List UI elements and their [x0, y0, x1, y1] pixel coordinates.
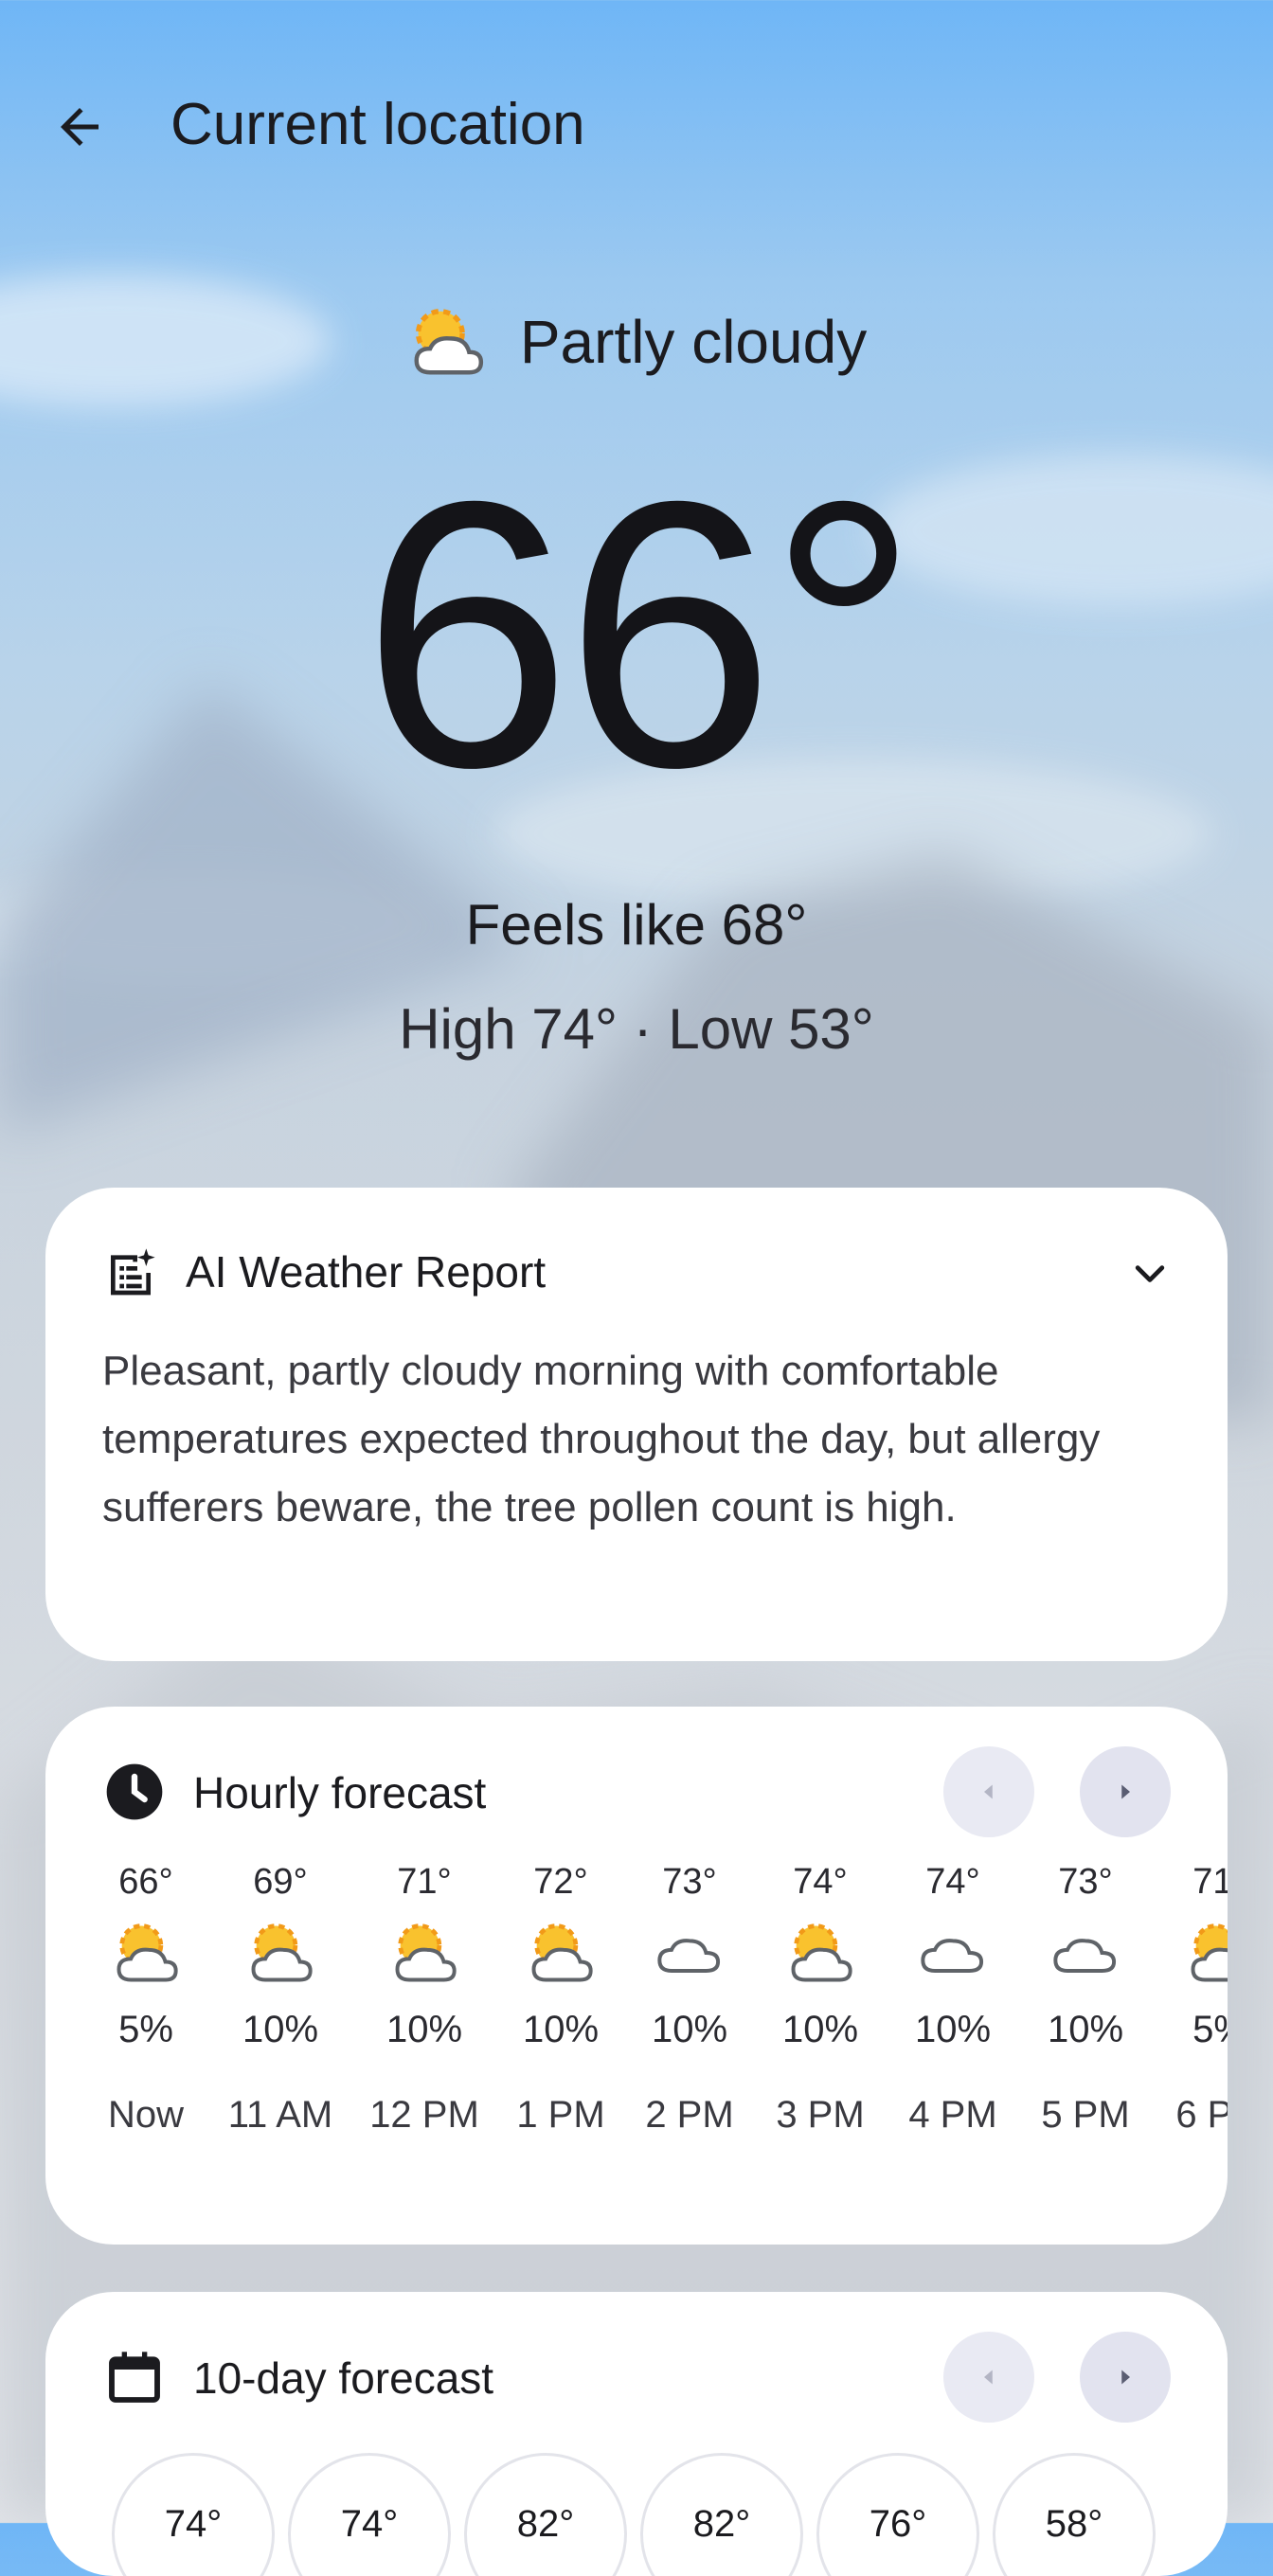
- hourly-item: 69° 10% 11 AM: [214, 1858, 347, 2138]
- hourly-temp: 71°: [397, 1862, 452, 1902]
- ai-report-icon: [111, 1248, 155, 1296]
- hourly-weather-icon: [80, 1905, 212, 2000]
- arrow-back-icon: [61, 108, 99, 146]
- day-forecast-item[interactable]: 74°: [288, 2453, 451, 2576]
- hourly-time: 1 PM: [516, 2094, 605, 2136]
- ten-day-next-button[interactable]: [1080, 2332, 1171, 2423]
- partly-cloudy-icon: [791, 1923, 852, 1982]
- day-high-temp: 76°: [869, 2503, 927, 2545]
- hourly-time: 2 PM: [645, 2094, 734, 2136]
- hourly-weather-icon: [623, 1905, 756, 2000]
- hourly-time: 4 PM: [908, 2094, 997, 2136]
- day-high-temp: 82°: [516, 2503, 575, 2545]
- chevron-down-icon[interactable]: [1129, 1254, 1171, 1296]
- hourly-time: 3 PM: [776, 2094, 865, 2136]
- partly-cloudy-icon: [251, 1923, 313, 1982]
- hourly-item: 73° 10% 5 PM: [1019, 1858, 1152, 2138]
- ai-weather-report-card[interactable]: AI Weather Report Pleasant, partly cloud…: [45, 1188, 1228, 1661]
- hourly-temp: 73°: [1058, 1862, 1113, 1902]
- day-high-temp: 74°: [164, 2503, 223, 2545]
- hourly-temp: 73°: [662, 1862, 717, 1902]
- hourly-precip-chance: 10%: [1047, 2009, 1124, 2050]
- day-high-temp: 82°: [692, 2503, 751, 2545]
- hourly-precip-chance: 5%: [118, 2009, 173, 2050]
- hourly-temp: 71°: [1192, 1862, 1228, 1902]
- hourly-prev-button[interactable]: [943, 1746, 1034, 1837]
- hourly-precip-chance: 5%: [1192, 2009, 1228, 2050]
- ai-report-title: AI Weather Report: [186, 1247, 547, 1297]
- day-forecast-item[interactable]: 58°: [993, 2453, 1156, 2576]
- hourly-item: 72° 10% 1 PM: [494, 1858, 627, 2138]
- hourly-item: 74° 10% 4 PM: [887, 1858, 1019, 2138]
- cloudy-icon: [1053, 1939, 1117, 1973]
- hourly-weather-icon: [214, 1905, 347, 2000]
- hourly-title: Hourly forecast: [193, 1768, 487, 1817]
- hourly-time: 6 PM: [1175, 2094, 1228, 2136]
- hourly-item: 73° 10% 2 PM: [623, 1858, 756, 2138]
- hourly-time: 5 PM: [1041, 2094, 1130, 2136]
- calendar-icon: [109, 2352, 160, 2403]
- hourly-item: 66° 5% Now: [80, 1858, 212, 2138]
- ten-day-forecast-card: 10-day forecast 74° 74° 82° 82° 76° 58°: [45, 2292, 1228, 2576]
- current-temperature: 66°: [361, 422, 920, 846]
- hourly-precip-chance: 10%: [522, 2009, 600, 2050]
- day-high-temp: 74°: [340, 2503, 399, 2545]
- hourly-time: 11 AM: [227, 2094, 333, 2136]
- chevron-right-icon: [1121, 1784, 1130, 1799]
- clock-icon: [106, 1763, 163, 1820]
- hourly-weather-icon: [494, 1905, 627, 2000]
- ten-day-prev-button[interactable]: [943, 2332, 1034, 2423]
- hourly-weather-icon: [358, 1905, 491, 2000]
- current-condition: Partly cloudy: [0, 301, 1273, 383]
- hourly-item: 71° 10% 12 PM: [358, 1858, 491, 2138]
- partly-cloudy-icon: [414, 309, 483, 375]
- hourly-precip-chance: 10%: [781, 2009, 859, 2050]
- hourly-weather-icon: [1019, 1905, 1152, 2000]
- hourly-precip-chance: 10%: [914, 2009, 992, 2050]
- partly-cloudy-icon: [531, 1923, 593, 1982]
- cloudy-icon: [921, 1939, 984, 1973]
- back-button[interactable]: [38, 85, 121, 169]
- partly-cloudy-icon: [117, 1923, 178, 1982]
- hourly-forecast-card: Hourly forecast 66° 5% Now 69° 10% 11 AM 71° 10…: [45, 1707, 1228, 2245]
- cloudy-icon: [657, 1939, 721, 1973]
- day-forecast-item[interactable]: 82°: [464, 2453, 627, 2576]
- hourly-next-button[interactable]: [1080, 1746, 1171, 1837]
- chevron-left-icon: [984, 2370, 993, 2385]
- hourly-time: Now: [107, 2094, 185, 2136]
- day-forecast-item[interactable]: 74°: [112, 2453, 275, 2576]
- chevron-right-icon: [1121, 2370, 1130, 2385]
- hourly-temp: 74°: [793, 1862, 848, 1902]
- hourly-temp: 72°: [533, 1862, 588, 1902]
- partly-cloudy-icon: [395, 1923, 457, 1982]
- hourly-precip-chance: 10%: [242, 2009, 319, 2050]
- hourly-precip-chance: 10%: [385, 2009, 463, 2050]
- ai-report-text: Pleasant, partly cloudy morning with com…: [102, 1348, 1101, 1530]
- hourly-weather-icon: [754, 1905, 887, 2000]
- hourly-temp: 74°: [925, 1862, 980, 1902]
- day-high-temp: 58°: [1045, 2503, 1103, 2545]
- condition-label: Partly cloudy: [519, 308, 868, 376]
- hourly-temp: 66°: [118, 1862, 173, 1902]
- day-forecast-item[interactable]: 76°: [816, 2453, 979, 2576]
- day-forecast-item[interactable]: 82°: [640, 2453, 803, 2576]
- partly-cloudy-icon: [1191, 1923, 1228, 1982]
- hourly-precip-chance: 10%: [651, 2009, 728, 2050]
- page-title: Current location: [170, 92, 585, 157]
- chevron-left-icon: [984, 1784, 993, 1799]
- hourly-time: 12 PM: [369, 2094, 479, 2136]
- ten-day-title: 10-day forecast: [193, 2353, 494, 2403]
- hourly-item: 74° 10% 3 PM: [754, 1858, 887, 2138]
- feels-like: Feels like 68°: [465, 893, 808, 957]
- hourly-temp: 69°: [253, 1862, 308, 1902]
- high-low: High 74° · Low 53°: [399, 997, 874, 1061]
- hourly-item: 71° 5% 6 PM: [1154, 1858, 1228, 2138]
- hourly-weather-icon: [887, 1905, 1019, 2000]
- hourly-weather-icon: [1154, 1905, 1228, 2000]
